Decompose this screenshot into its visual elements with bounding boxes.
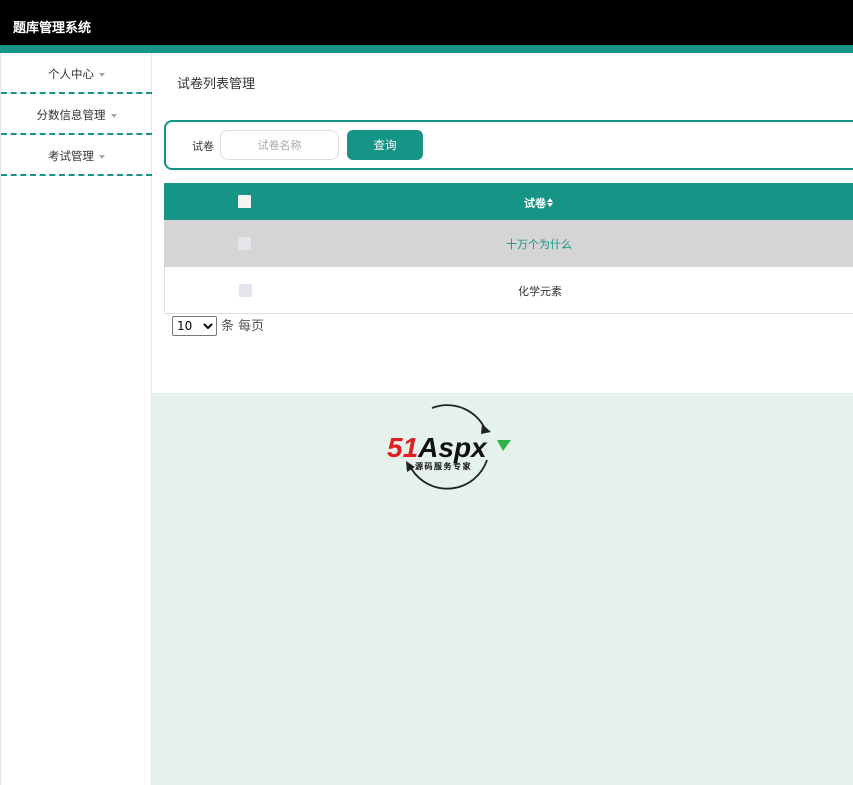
table-row[interactable]: 十万个为什么 bbox=[164, 220, 853, 267]
paper-name-cell[interactable]: 十万个为什么 bbox=[404, 236, 674, 252]
top-bar: 题库管理系统 bbox=[0, 0, 853, 45]
search-button[interactable]: 查询 bbox=[347, 130, 423, 160]
column-header-paper[interactable]: 试卷 bbox=[524, 195, 553, 211]
paper-name-cell: 化学元素 bbox=[518, 285, 562, 298]
page-size-suffix: 条 每页 bbox=[221, 319, 265, 334]
sort-icon[interactable] bbox=[547, 198, 553, 208]
sidebar-item-label: 个人中心 bbox=[48, 67, 94, 81]
row-checkbox[interactable] bbox=[238, 237, 251, 250]
app-title: 题库管理系统 bbox=[13, 21, 92, 36]
logo-ring-top bbox=[431, 404, 487, 432]
table-header: 试卷 bbox=[164, 183, 853, 220]
page-size-select[interactable]: 10 bbox=[172, 316, 217, 336]
sidebar-item-label: 考试管理 bbox=[48, 149, 94, 163]
sidebar-item-exam-management[interactable]: 考试管理 bbox=[1, 135, 152, 176]
logo-brand: 51Aspx bbox=[387, 432, 488, 463]
caret-down-icon bbox=[99, 154, 105, 159]
logo-tagline: 源码服务专家 bbox=[415, 461, 472, 471]
select-all-checkbox[interactable] bbox=[238, 195, 251, 208]
sidebar-item-personal-center[interactable]: 个人中心 bbox=[1, 53, 152, 94]
search-label: 试卷 bbox=[192, 140, 214, 153]
logo-green-mark-icon bbox=[497, 440, 511, 451]
search-input[interactable] bbox=[220, 130, 339, 160]
caret-down-icon bbox=[110, 113, 117, 118]
pagination: 10 条 每页 bbox=[172, 315, 264, 336]
page-title: 试卷列表管理 bbox=[177, 77, 256, 92]
sidebar: 个人中心 分数信息管理 考试管理 bbox=[0, 53, 152, 785]
caret-down-icon bbox=[99, 72, 105, 77]
watermark-logo: 51Aspx 源码服务专家 bbox=[387, 404, 511, 490]
sidebar-item-score-info[interactable]: 分数信息管理 bbox=[1, 94, 152, 135]
table-row[interactable]: 化学元素 bbox=[164, 267, 853, 314]
sidebar-item-label: 分数信息管理 bbox=[36, 108, 106, 122]
accent-bar bbox=[0, 45, 853, 53]
row-checkbox[interactable] bbox=[239, 284, 252, 297]
